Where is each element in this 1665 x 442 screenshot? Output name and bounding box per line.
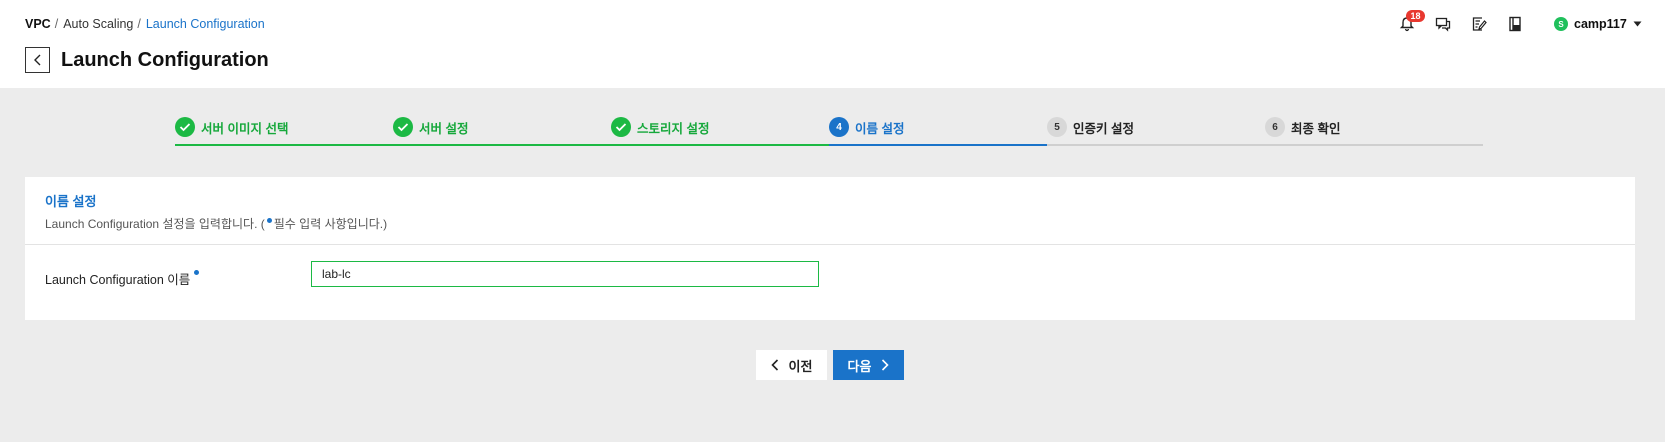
user-name: camp117 (1574, 17, 1627, 31)
top-toolbar: 18 S camp117 (1396, 10, 1642, 35)
step-server-image[interactable]: 서버 이미지 선택 (175, 112, 393, 146)
step-number: 5 (1047, 117, 1067, 137)
step-storage-settings[interactable]: 스토리지 설정 (611, 112, 829, 146)
check-icon (175, 117, 195, 137)
step-progress-line (829, 144, 1047, 146)
breadcrumb-vpc[interactable]: VPC (25, 17, 51, 31)
panel-description: Launch Configuration 설정을 입력합니다. ( 필수 입력 … (45, 215, 387, 232)
wizard-stepper: 서버 이미지 선택 서버 설정 스토리지 설정 4 이름 설정 5 인증키 설정… (175, 112, 1485, 146)
name-settings-panel: 이름 설정 Launch Configuration 설정을 입력합니다. ( … (25, 177, 1635, 320)
next-button-label: 다음 (847, 358, 872, 374)
caret-down-icon (1633, 21, 1642, 27)
step-auth-key-settings[interactable]: 5 인증키 설정 (1047, 112, 1265, 146)
step-progress-line (611, 144, 829, 146)
breadcrumb-separator: / (137, 17, 141, 31)
edit-note-button[interactable] (1468, 13, 1490, 35)
prev-button-label: 이전 (788, 358, 813, 374)
step-name-settings[interactable]: 4 이름 설정 (829, 112, 1047, 146)
page-header: VPC / Auto Scaling / Launch Configuratio… (0, 0, 1665, 88)
notifications-button[interactable]: 18 (1396, 10, 1425, 35)
panel-header: 이름 설정 Launch Configuration 설정을 입력합니다. ( … (25, 177, 1635, 245)
back-button[interactable] (25, 47, 50, 73)
chevron-left-icon (33, 54, 40, 66)
lc-name-label: Launch Configuration 이름 (45, 269, 201, 288)
notification-badge: 18 (1406, 10, 1425, 22)
panel-description-required-note: 필수 입력 사항입니다.) (273, 217, 388, 231)
required-dot-icon (194, 270, 200, 275)
book-icon (1509, 16, 1521, 32)
breadcrumb-auto-scaling[interactable]: Auto Scaling (63, 17, 133, 31)
step-label: 스토리지 설정 (637, 121, 710, 136)
required-dot-icon (266, 218, 272, 223)
lc-name-label-text: Launch Configuration 이름 (45, 273, 191, 287)
breadcrumb-current[interactable]: Launch Configuration (146, 17, 265, 31)
step-final-review[interactable]: 6 최종 확인 (1265, 112, 1483, 146)
step-progress-line (1047, 144, 1265, 146)
step-label: 서버 설정 (419, 121, 469, 136)
panel-title: 이름 설정 (45, 194, 97, 209)
lc-name-input[interactable] (311, 261, 819, 287)
step-progress-line (175, 144, 393, 146)
user-status-avatar: S (1554, 17, 1568, 31)
check-icon (611, 117, 631, 137)
step-label: 최종 확인 (1291, 121, 1341, 136)
step-label: 인증키 설정 (1073, 121, 1134, 136)
next-button[interactable]: 다음 (833, 350, 904, 380)
step-label: 이름 설정 (855, 121, 905, 136)
chevron-right-icon (882, 359, 890, 371)
step-progress-line (393, 144, 611, 146)
step-number: 6 (1265, 117, 1285, 137)
chat-button[interactable] (1432, 13, 1454, 35)
check-icon (393, 117, 413, 137)
user-menu[interactable]: S camp117 (1554, 17, 1642, 31)
breadcrumb: VPC / Auto Scaling / Launch Configuratio… (25, 17, 265, 31)
chevron-left-icon (770, 359, 778, 371)
edit-note-icon (1472, 17, 1487, 31)
prev-button[interactable]: 이전 (756, 350, 827, 380)
chat-icon (1435, 17, 1451, 32)
step-server-settings[interactable]: 서버 설정 (393, 112, 611, 146)
breadcrumb-separator: / (54, 17, 59, 31)
page-title: Launch Configuration (61, 49, 269, 71)
book-button[interactable] (1504, 13, 1526, 35)
step-label: 서버 이미지 선택 (201, 121, 289, 136)
step-progress-line (1265, 144, 1483, 146)
step-number: 4 (829, 117, 849, 137)
panel-description-text: Launch Configuration 설정을 입력합니다. ( (45, 217, 265, 231)
